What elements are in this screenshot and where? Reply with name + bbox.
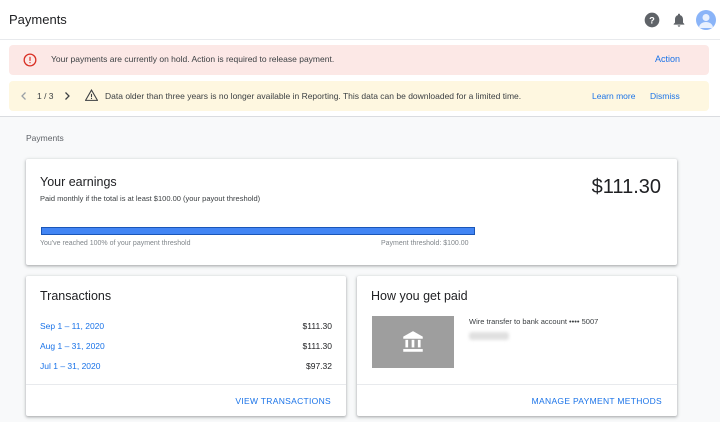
warning-icon — [85, 89, 98, 101]
view-transactions-button[interactable]: VIEW TRANSACTIONS — [235, 396, 331, 406]
transaction-amount: $111.30 — [302, 321, 332, 331]
page-title: Payments — [9, 12, 67, 27]
payment-threshold-text: Payment threshold: $100.00 — [381, 240, 469, 247]
transactions-card: Transactions Sep 1 – 11, 2020 $111.30 Au… — [26, 276, 346, 416]
dismiss-button[interactable]: Dismiss — [650, 91, 680, 101]
alert-message: Your payments are currently on hold. Act… — [51, 54, 335, 64]
alerts-area: Your payments are currently on hold. Act… — [0, 40, 720, 117]
alert-message: Data older than three years is no longer… — [105, 91, 522, 101]
how-paid-footer: MANAGE PAYMENT METHODS — [357, 384, 677, 416]
transaction-amount: $111.30 — [302, 341, 332, 351]
earnings-subtitle: Paid monthly if the total is at least $1… — [40, 194, 261, 203]
account-avatar[interactable] — [696, 10, 716, 30]
notifications-icon[interactable] — [671, 12, 687, 28]
transaction-date-link[interactable]: Aug 1 – 31, 2020 — [40, 341, 105, 351]
action-button[interactable]: Action — [655, 54, 680, 64]
redacted-account-name — [469, 332, 509, 340]
chevron-left-icon[interactable] — [18, 90, 30, 102]
bank-icon — [403, 331, 423, 352]
error-icon — [23, 53, 37, 67]
transaction-date-link[interactable]: Sep 1 – 11, 2020 — [40, 321, 104, 331]
how-paid-title: How you get paid — [371, 289, 468, 303]
threshold-reached-text: You've reached 100% of your payment thre… — [40, 240, 191, 247]
bank-thumbnail — [372, 316, 454, 368]
earnings-card: Your earnings Paid monthly if the total … — [26, 159, 677, 265]
transactions-footer: VIEW TRANSACTIONS — [26, 384, 346, 416]
transaction-amount: $97.32 — [306, 361, 332, 371]
breadcrumb: Payments — [26, 133, 64, 143]
how-you-get-paid-card: How you get paid Wire transfer to bank a… — [357, 276, 677, 416]
help-icon[interactable]: ? — [644, 12, 660, 28]
earnings-title: Your earnings — [40, 175, 117, 189]
chevron-right-icon[interactable] — [61, 90, 73, 102]
payment-hold-alert: Your payments are currently on hold. Act… — [9, 45, 709, 75]
transaction-row: Aug 1 – 31, 2020 $111.30 — [40, 341, 332, 353]
transaction-row: Jul 1 – 31, 2020 $97.32 — [40, 361, 332, 373]
earnings-amount: $111.30 — [591, 176, 661, 198]
learn-more-link[interactable]: Learn more — [592, 91, 635, 101]
data-retention-alert: 1 / 3 Data older than three years is no … — [9, 81, 709, 111]
transaction-row: Sep 1 – 11, 2020 $111.30 — [40, 321, 332, 333]
alert-pager: 1 / 3 — [37, 91, 54, 101]
progress-fill — [41, 227, 475, 235]
payment-method-description: Wire transfer to bank account •••• 5007 — [469, 317, 599, 326]
manage-payment-methods-button[interactable]: MANAGE PAYMENT METHODS — [532, 396, 662, 406]
transaction-date-link[interactable]: Jul 1 – 31, 2020 — [40, 361, 101, 371]
top-app-bar: Payments ? — [0, 0, 720, 40]
transactions-title: Transactions — [40, 289, 112, 303]
user-icon — [699, 14, 713, 28]
threshold-progress-bar — [41, 227, 475, 235]
svg-text:?: ? — [649, 15, 655, 25]
